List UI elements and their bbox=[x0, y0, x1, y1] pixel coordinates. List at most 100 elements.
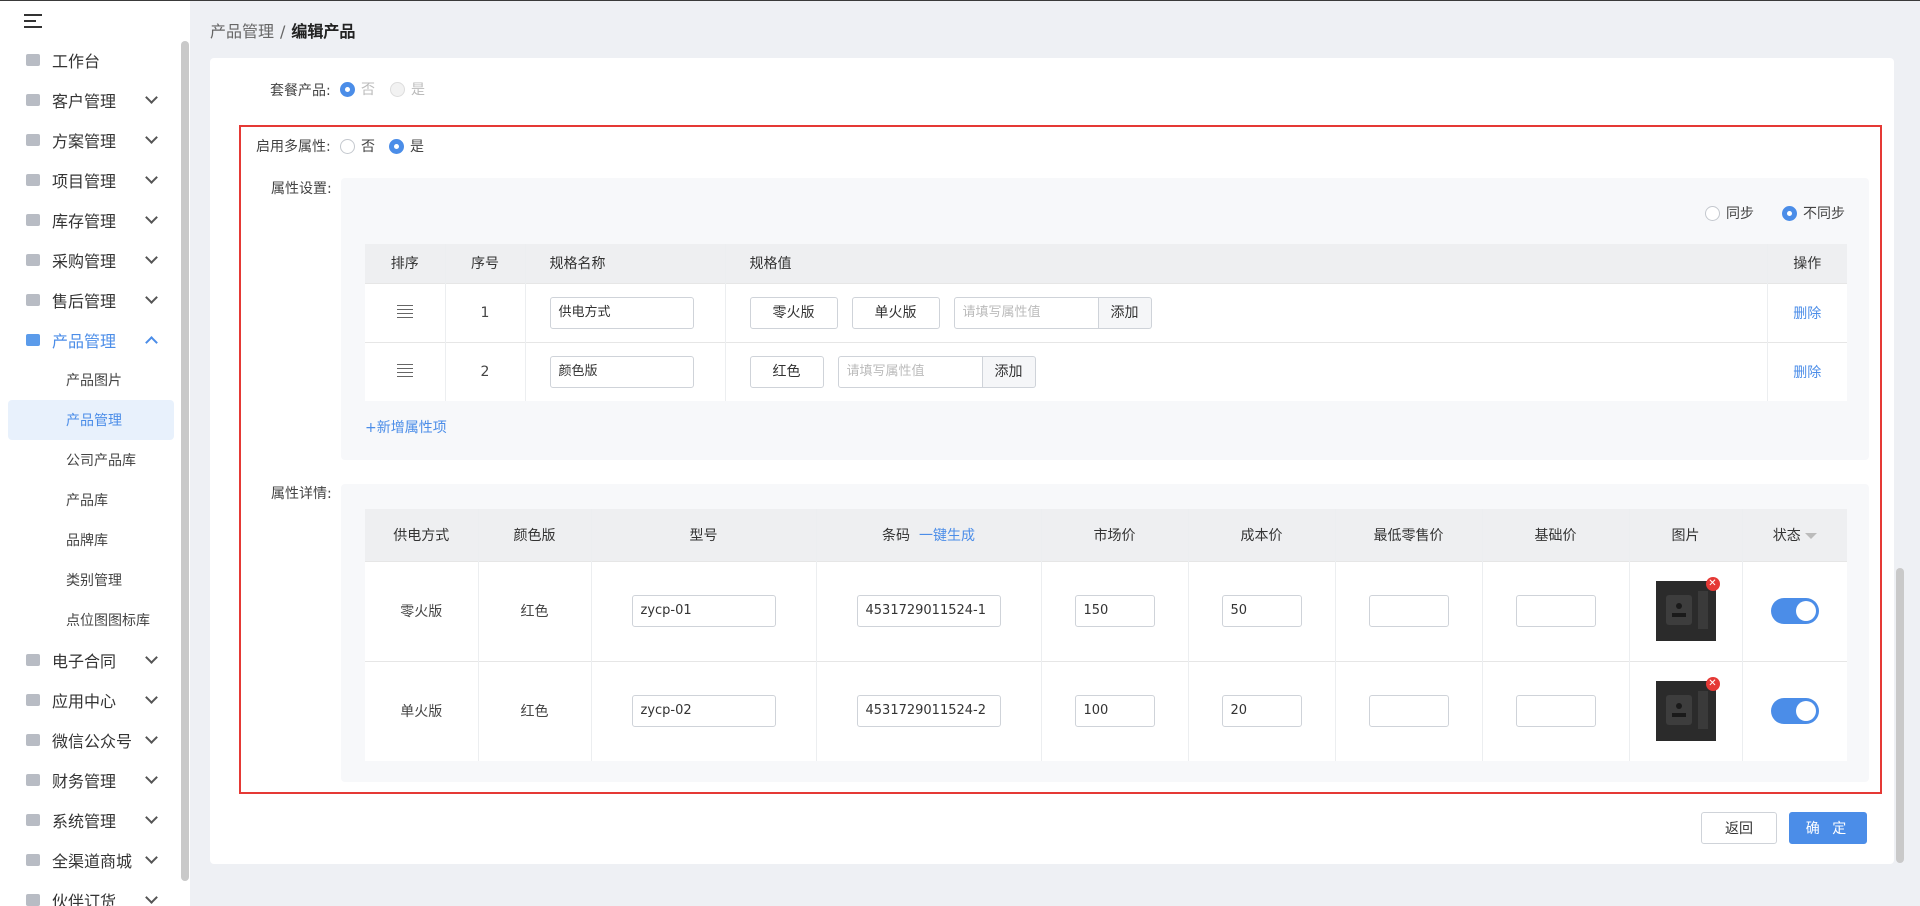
cost-price-input[interactable]: 50 bbox=[1221, 595, 1302, 627]
sync-radio[interactable]: 同步 bbox=[1705, 203, 1754, 223]
remove-image-icon[interactable]: ✕ bbox=[1705, 577, 1720, 591]
page-scrollbar[interactable] bbox=[1896, 568, 1904, 863]
spec-name-input[interactable]: 供电方式 bbox=[549, 296, 694, 329]
sidebar-item-product[interactable]: 产品管理 bbox=[8, 320, 174, 360]
cell-color: 红色 bbox=[477, 660, 591, 761]
barcode-input[interactable]: 4531729011524-1 bbox=[856, 595, 1001, 627]
back-button[interactable]: 返回 bbox=[1701, 812, 1777, 844]
sidebar-sub-category[interactable]: 类别管理 bbox=[8, 560, 174, 600]
row-index: 2 bbox=[444, 341, 525, 401]
sidebar-item-aftersales[interactable]: 售后管理 bbox=[8, 280, 174, 320]
sidebar-sub-product-library[interactable]: 产品库 bbox=[8, 480, 174, 520]
sidebar-item-partner[interactable]: 伙伴订货 bbox=[8, 880, 174, 906]
drag-handle-icon[interactable] bbox=[365, 282, 445, 342]
finance-icon bbox=[24, 771, 42, 789]
breadcrumb-separator: / bbox=[280, 22, 286, 41]
min-retail-input[interactable] bbox=[1368, 695, 1449, 728]
chevron-up-icon bbox=[145, 335, 158, 349]
status-toggle[interactable] bbox=[1770, 598, 1819, 624]
base-price-input[interactable] bbox=[1515, 595, 1596, 627]
spec-value-input[interactable]: 请填写属性值 bbox=[953, 296, 1099, 329]
spec-value-input[interactable]: 请填写属性值 bbox=[837, 355, 983, 388]
confirm-button[interactable]: 确 定 bbox=[1789, 812, 1867, 844]
col-header-market-price: 市场价 bbox=[1040, 509, 1188, 561]
sidebar-item-mall[interactable]: 全渠道商城 bbox=[8, 840, 174, 880]
cart-icon bbox=[24, 251, 42, 269]
table-row: 2 颜色版 红色 请填写属性值 添加 删除 bbox=[365, 341, 1847, 401]
add-value-group: 请填写属性值 添加 bbox=[837, 355, 1036, 388]
radio-icon bbox=[390, 81, 405, 97]
breadcrumb: 产品管理 / 编辑产品 bbox=[210, 18, 355, 42]
min-retail-input[interactable] bbox=[1368, 595, 1449, 627]
base-price-input[interactable] bbox=[1515, 695, 1596, 728]
radio-icon bbox=[340, 81, 355, 97]
radio-icon bbox=[1705, 205, 1720, 221]
sidebar-item-wechat[interactable]: 微信公众号 bbox=[8, 720, 174, 760]
inventory-icon bbox=[24, 211, 42, 229]
chevron-down-icon bbox=[145, 731, 158, 744]
attr-settings-label: 属性设置: bbox=[271, 181, 332, 197]
sidebar-item-inventory[interactable]: 库存管理 bbox=[8, 200, 174, 240]
chevron-down-icon bbox=[145, 291, 158, 304]
delete-link[interactable]: 删除 bbox=[1793, 365, 1821, 381]
col-header-barcode: 条码 一键生成 bbox=[815, 509, 1041, 561]
package-radio-yes: 是 bbox=[390, 79, 425, 99]
model-input[interactable]: zycp-02 bbox=[631, 695, 776, 728]
col-header-status[interactable]: 状态 bbox=[1741, 509, 1847, 561]
remove-image-icon[interactable]: ✕ bbox=[1705, 677, 1720, 692]
add-value-button[interactable]: 添加 bbox=[1098, 296, 1152, 329]
chevron-down-icon bbox=[145, 811, 158, 824]
window-top-border bbox=[0, 0, 1920, 1]
sidebar-sub-product-images[interactable]: 产品图片 bbox=[8, 360, 174, 400]
col-header-spec-values: 规格值 bbox=[724, 244, 1767, 283]
spec-name-input[interactable]: 颜色版 bbox=[549, 355, 694, 388]
drag-handle-icon[interactable] bbox=[365, 341, 445, 401]
sidebar-sub-product-management[interactable]: 产品管理 bbox=[8, 400, 174, 440]
radio-icon bbox=[389, 138, 404, 154]
add-value-group: 请填写属性值 添加 bbox=[953, 296, 1152, 329]
multi-attr-label: 启用多属性: bbox=[256, 139, 331, 155]
cost-price-input[interactable]: 20 bbox=[1221, 695, 1302, 728]
row-index: 1 bbox=[444, 282, 525, 342]
sidebar-item-customer[interactable]: 客户管理 bbox=[8, 80, 174, 120]
sidebar-sub-company-library[interactable]: 公司产品库 bbox=[8, 440, 174, 480]
menu-collapse-icon[interactable] bbox=[24, 12, 46, 30]
sidebar-sub-brand-library[interactable]: 品牌库 bbox=[8, 520, 174, 560]
col-header-base-price: 基础价 bbox=[1481, 509, 1629, 561]
delete-link[interactable]: 删除 bbox=[1793, 306, 1821, 322]
spec-table-header: 排序 序号 规格名称 规格值 操作 bbox=[365, 244, 1847, 283]
col-header-power: 供电方式 bbox=[365, 509, 478, 561]
breadcrumb-parent[interactable]: 产品管理 bbox=[210, 22, 274, 41]
barcode-input[interactable]: 4531729011524-2 bbox=[856, 695, 1001, 728]
sidebar-item-workbench[interactable]: 工作台 bbox=[8, 40, 174, 80]
model-input[interactable]: zycp-01 bbox=[631, 595, 776, 627]
sidebar-item-purchase[interactable]: 采购管理 bbox=[8, 240, 174, 280]
status-toggle[interactable] bbox=[1770, 698, 1819, 725]
sidebar: 工作台 客户管理 方案管理 项目管理 库存管理 采购管理 售后管理 产品管理 产… bbox=[0, 1, 190, 906]
add-attr-link[interactable]: +新增属性项 bbox=[365, 417, 447, 437]
product-thumbnail[interactable]: ✕ bbox=[1655, 577, 1720, 641]
sidebar-item-system[interactable]: 系统管理 bbox=[8, 800, 174, 840]
generate-barcode-link[interactable]: 一键生成 bbox=[919, 528, 975, 544]
sidebar-scrollbar[interactable] bbox=[181, 41, 189, 881]
table-row: 单火版 红色 zycp-02 4531729011524-2 100 20 ✕ bbox=[365, 660, 1847, 761]
multi-attr-radio-no[interactable]: 否 bbox=[340, 136, 375, 156]
not-sync-radio[interactable]: 不同步 bbox=[1782, 203, 1845, 223]
sidebar-item-plan[interactable]: 方案管理 bbox=[8, 120, 174, 160]
sidebar-item-project[interactable]: 项目管理 bbox=[8, 160, 174, 200]
market-price-input[interactable]: 100 bbox=[1074, 695, 1155, 728]
sidebar-sub-icon-library[interactable]: 点位图图标库 bbox=[8, 600, 174, 640]
sidebar-item-apps[interactable]: 应用中心 bbox=[8, 680, 174, 720]
col-header-spec-name: 规格名称 bbox=[524, 244, 725, 283]
market-price-input[interactable]: 150 bbox=[1074, 595, 1155, 627]
spec-value-tag[interactable]: 零火版 bbox=[749, 296, 838, 329]
spec-value-tag[interactable]: 单火版 bbox=[851, 296, 940, 329]
detail-table-header: 供电方式 颜色版 型号 条码 一键生成 市场价 成本价 最低零售价 基础价 图片… bbox=[365, 509, 1847, 561]
page-title: 编辑产品 bbox=[291, 22, 356, 41]
multi-attr-radio-yes[interactable]: 是 bbox=[389, 136, 424, 156]
sidebar-item-contract[interactable]: 电子合同 bbox=[8, 640, 174, 680]
sidebar-item-finance[interactable]: 财务管理 bbox=[8, 760, 174, 800]
product-thumbnail[interactable]: ✕ bbox=[1655, 677, 1720, 742]
spec-value-tag[interactable]: 红色 bbox=[749, 355, 824, 388]
add-value-button[interactable]: 添加 bbox=[982, 355, 1036, 388]
